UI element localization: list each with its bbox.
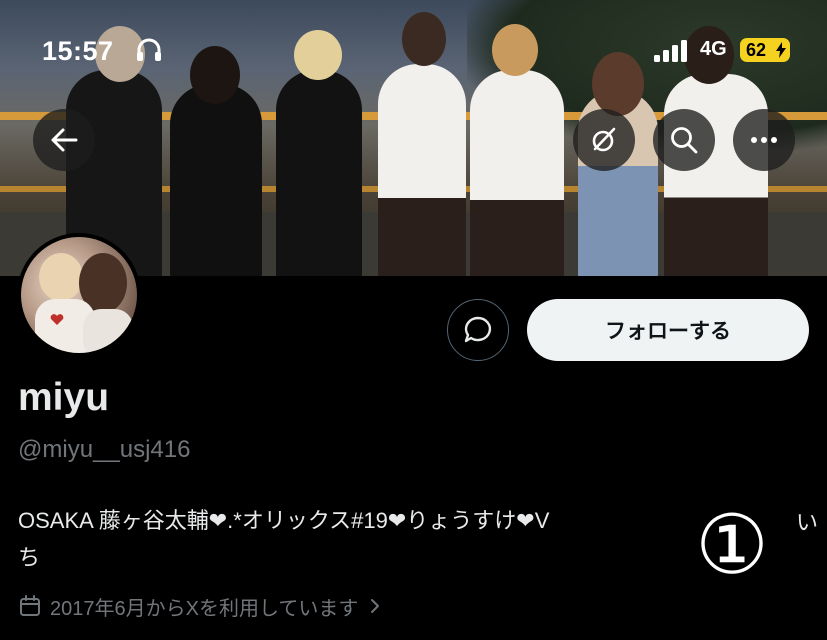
bio-trailing-text: い [796, 510, 819, 535]
banner-person-head [592, 52, 644, 116]
banner-person-head [190, 46, 240, 104]
grok-icon [592, 127, 616, 152]
grok-button[interactable] [573, 109, 635, 171]
charging-bolt-icon [776, 42, 786, 58]
more-icon [751, 137, 777, 143]
joined-date[interactable]: 2017年6月からXを利用しています [18, 592, 392, 620]
cellular-signal-icon [654, 40, 687, 62]
message-button[interactable] [447, 299, 509, 361]
avatar[interactable] [17, 233, 141, 357]
profile-handle: @miyu__usj416 [18, 436, 191, 463]
chevron-right-icon [371, 599, 380, 613]
more-button[interactable] [733, 109, 795, 171]
banner-person [170, 84, 262, 276]
banner-person [276, 70, 362, 276]
banner-person [470, 70, 564, 276]
back-button[interactable] [33, 109, 95, 171]
banner-person-head [294, 30, 342, 80]
back-arrow-icon [51, 128, 78, 152]
banner-person-head [402, 12, 446, 66]
message-bubble-icon [464, 316, 492, 343]
network-type: 4G [700, 38, 727, 60]
banner-person [378, 64, 466, 276]
headphones-icon [137, 38, 161, 61]
avatar-photo [35, 253, 133, 353]
calendar-icon [20, 595, 40, 616]
profile-name: miyu [18, 376, 110, 419]
battery-indicator: 62 [740, 38, 790, 62]
banner-person-head [492, 24, 538, 76]
joined-text: 2017年6月からXを利用しています [50, 597, 359, 620]
follow-button[interactable]: フォローする [527, 299, 809, 361]
status-time: 15:57 [42, 36, 114, 66]
search-button[interactable] [653, 109, 715, 171]
circled-number-overlay: ① [695, 498, 769, 593]
search-icon [671, 127, 698, 154]
banner-person [664, 74, 768, 276]
battery-level: 62 [746, 39, 767, 60]
